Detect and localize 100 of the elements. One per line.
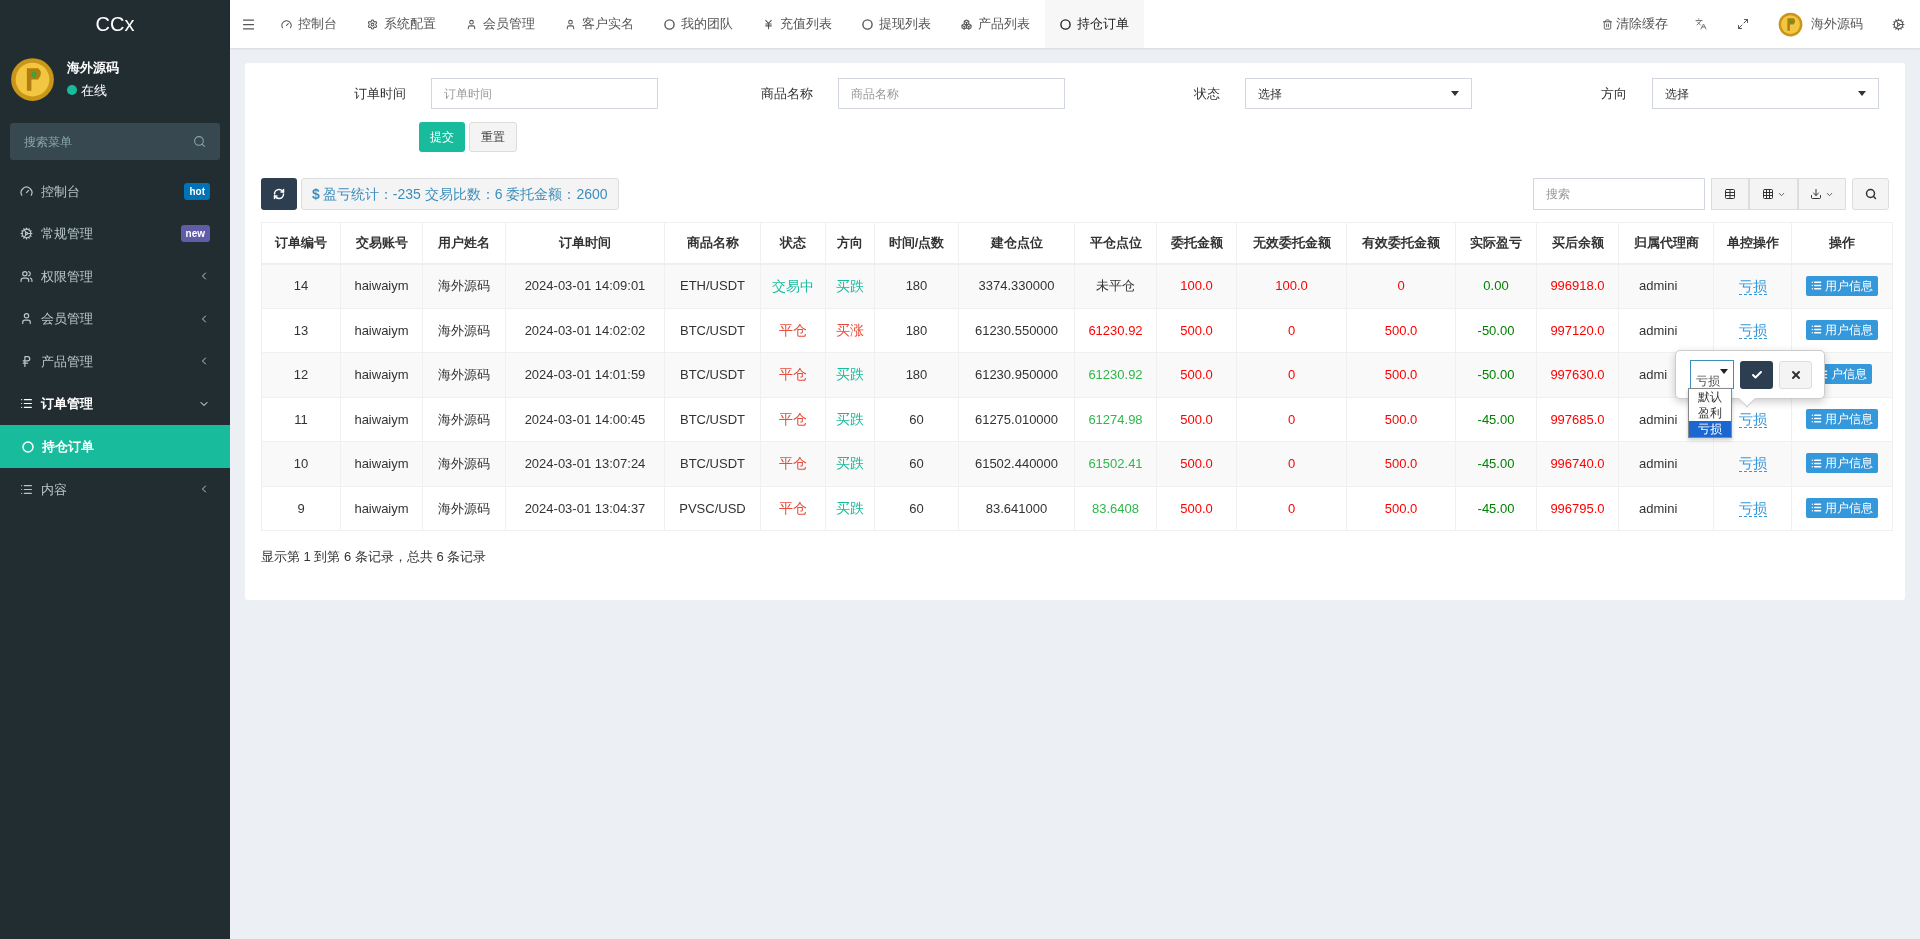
table-cell: 500.0 xyxy=(1156,441,1237,486)
table-cell: 100.0 xyxy=(1156,263,1237,308)
sidebar-item-label: 内容 xyxy=(41,480,68,499)
refresh-icon xyxy=(273,188,285,200)
column-header: 方向 xyxy=(825,222,875,264)
table-cell: haiwaiym xyxy=(340,308,423,353)
table-cell: 3374.330000 xyxy=(958,263,1075,308)
list-icon xyxy=(1811,457,1822,469)
direction-text: 买涨 xyxy=(836,321,864,338)
column-header: 实际盈亏 xyxy=(1455,222,1537,264)
table-cell: 180 xyxy=(874,263,959,308)
export-icon xyxy=(1810,188,1822,200)
column-header: 交易账号 xyxy=(340,222,423,264)
table-search-field[interactable]: 搜索 xyxy=(1533,178,1705,210)
table-cell: 10 xyxy=(261,441,341,486)
status-text: 平仓 xyxy=(779,366,807,383)
filter-select[interactable]: 选择 xyxy=(1652,78,1879,109)
column-header: 时间/点数 xyxy=(874,222,959,264)
column-header: 建仓点位 xyxy=(958,222,1075,264)
filter-select[interactable]: 选择 xyxy=(1245,78,1472,109)
reset-button[interactable]: 重置 xyxy=(469,122,517,152)
gears-icon xyxy=(1892,17,1905,31)
nav-tab[interactable]: 客户实名 xyxy=(550,0,649,48)
table-cell: haiwaiym xyxy=(340,441,423,486)
filter-input[interactable]: 商品名称 xyxy=(838,78,1065,109)
column-header: 订单编号 xyxy=(261,222,341,264)
table-cell: ETH/USDT xyxy=(664,263,761,308)
direction-text: 买跌 xyxy=(836,455,864,472)
top-user-name[interactable]: 海外源码 xyxy=(1811,14,1863,34)
clear-cache-button[interactable]: 清除缓存 xyxy=(1590,0,1680,48)
close-icon xyxy=(1789,368,1802,381)
table-cell: 14 xyxy=(261,263,341,308)
column-header: 归属代理商 xyxy=(1618,222,1714,264)
table-cell: 海外源码 xyxy=(422,308,506,353)
table-cell: 2024-03-01 13:07:24 xyxy=(505,441,665,486)
direction-text: 买跌 xyxy=(836,410,864,427)
refresh-button[interactable] xyxy=(261,178,297,210)
nav-tab[interactable]: 充值列表 xyxy=(748,0,847,48)
table-cell: 2024-03-01 13:04:37 xyxy=(505,486,665,531)
stats-text: 盈亏统计：-235 交易比数：6 委托金额：2600 xyxy=(322,184,608,204)
nav-tab[interactable]: 产品列表 xyxy=(946,0,1045,48)
table-cell: 997630.0 xyxy=(1536,352,1619,397)
list-icon xyxy=(1811,502,1822,514)
brand-logo[interactable]: CCx xyxy=(95,9,135,39)
dropdown-option[interactable]: 亏损 xyxy=(1689,421,1731,437)
table-cell: 500.0 xyxy=(1156,308,1237,353)
avatar xyxy=(10,56,55,102)
search-button[interactable] xyxy=(1852,178,1889,210)
sidebar-item[interactable]: 常规管理 new xyxy=(0,212,230,255)
sidebar-item[interactable]: 权限管理 xyxy=(0,255,230,298)
table-cell: 海外源码 xyxy=(422,397,506,442)
sidebar-item-label: 会员管理 xyxy=(41,310,94,328)
table-cell: 500.0 xyxy=(1346,397,1456,442)
close-price-text: 未平仓 xyxy=(1096,278,1135,294)
sidebar-subitem-label: 持仓订单 xyxy=(42,437,94,456)
sidebar-item[interactable]: 订单管理 xyxy=(0,382,230,425)
toggle-view-button[interactable] xyxy=(1711,178,1749,210)
nav-tab[interactable]: 控制台 xyxy=(266,0,352,48)
close-price-text: 83.6408 xyxy=(1092,500,1139,516)
table-cell: 2024-03-01 14:02:02 xyxy=(505,308,665,353)
table-cell: BTC/USDT xyxy=(664,352,761,397)
filter-label: 方向 xyxy=(1601,84,1627,103)
column-header: 无效委托金额 xyxy=(1236,222,1347,264)
menu-search-field[interactable]: 搜索菜单 xyxy=(10,123,220,160)
gears-icon xyxy=(20,227,33,241)
nav-tab[interactable]: 会员管理 xyxy=(451,0,550,48)
table-cell: 500.0 xyxy=(1346,441,1456,486)
nav-tab[interactable]: 提现列表 xyxy=(847,0,946,48)
cancel-button[interactable] xyxy=(1779,360,1812,389)
sidebar-item[interactable]: 内容 xyxy=(0,468,230,511)
sidebar-item[interactable]: 控制台 hot xyxy=(0,170,230,213)
edit-select[interactable]: 亏损 xyxy=(1690,360,1734,389)
filter-label: 商品名称 xyxy=(761,84,813,103)
table-cell: 61230.550000 xyxy=(958,308,1075,353)
nav-tab[interactable]: 我的团队 xyxy=(649,0,748,48)
table-cell: admini xyxy=(1618,441,1714,486)
table-cell: 0 xyxy=(1236,397,1347,442)
column-header: 商品名称 xyxy=(664,222,761,264)
confirm-button[interactable] xyxy=(1740,360,1773,389)
columns-button[interactable] xyxy=(1749,178,1798,210)
gear-icon xyxy=(367,18,378,30)
sidebar-item[interactable]: 产品管理 xyxy=(0,340,230,383)
status-text: 平仓 xyxy=(779,455,807,472)
close-price-text: 61274.98 xyxy=(1088,411,1143,427)
table-cell: admini xyxy=(1618,263,1714,308)
table-cell: 0 xyxy=(1346,263,1456,308)
table-cell: 500.0 xyxy=(1156,397,1237,442)
filter-input[interactable]: 订单时间 xyxy=(431,78,658,109)
menu-badge: hot xyxy=(184,182,210,200)
table-cell: 海外源码 xyxy=(422,352,506,397)
check-icon xyxy=(1750,368,1763,381)
list-icon xyxy=(1811,324,1822,336)
sidebar-item[interactable]: 会员管理 xyxy=(0,297,230,340)
circle-icon xyxy=(1060,18,1071,30)
list-icon xyxy=(20,397,33,411)
direction-text: 买跌 xyxy=(836,499,864,516)
nav-tab[interactable]: 持仓订单 xyxy=(1045,0,1144,48)
table-cell: -45.00 xyxy=(1455,486,1537,531)
nav-tab[interactable]: 系统配置 xyxy=(352,0,451,48)
column-header: 状态 xyxy=(760,222,826,264)
